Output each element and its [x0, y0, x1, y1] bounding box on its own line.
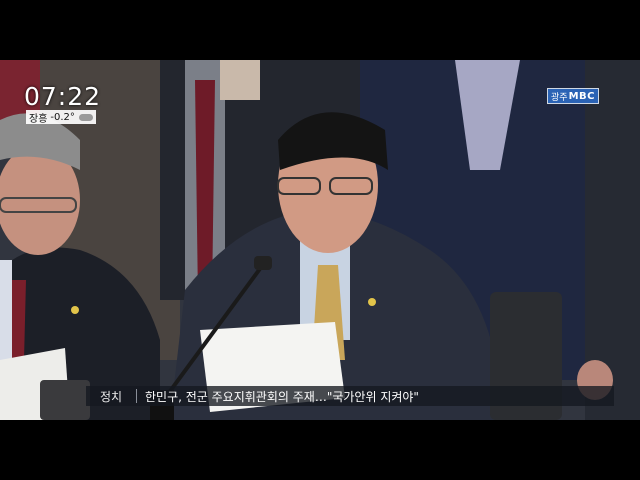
letterbox-top [0, 0, 640, 60]
ticker-divider [136, 389, 137, 403]
ticker-headline: 한민구, 전군 주요지휘관회의 주재…"국가안위 지켜야" [145, 389, 419, 404]
video-frame [0, 60, 640, 420]
news-ticker: 정치 한민구, 전군 주요지휘관회의 주재…"국가안위 지켜야" [86, 386, 614, 406]
logo-brand: MBC [568, 90, 595, 102]
weather-temperature: -0.2° [50, 111, 75, 123]
letterbox-bottom [0, 420, 640, 480]
cloud-icon [78, 113, 93, 121]
broadcast-clock: 07:22 [24, 82, 102, 111]
logo-region: 광주 [551, 92, 568, 103]
weather-location: 장흥 [29, 113, 48, 125]
recorder-device [40, 380, 90, 420]
station-logo: 광주 MBC [547, 88, 599, 104]
ticker-category: 정치 [99, 389, 123, 404]
weather-widget: 장흥 -0.2° [26, 110, 96, 125]
